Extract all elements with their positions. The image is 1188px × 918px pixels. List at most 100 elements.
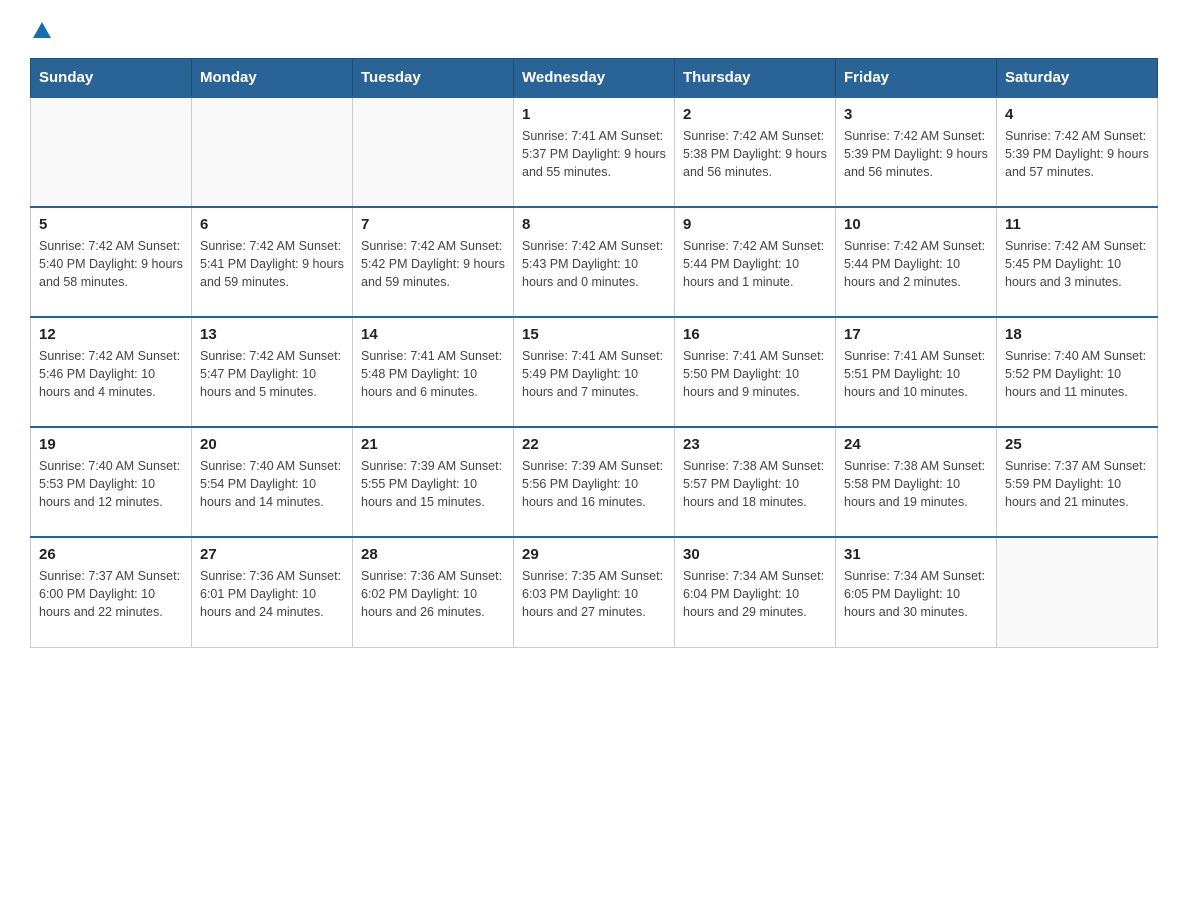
day-number: 9 [683, 216, 827, 233]
calendar-cell: 7 Sunrise: 7:42 AM Sunset: 5:42 PM Daylig… [353, 207, 514, 317]
calendar-cell [353, 97, 514, 207]
day-info: Sunrise: 7:42 AM Sunset: 5:47 PM Dayligh… [200, 347, 344, 401]
calendar-cell: 18 Sunrise: 7:40 AM Sunset: 5:52 PM Dayli… [997, 317, 1158, 427]
day-number: 18 [1005, 326, 1149, 343]
calendar-cell: 3 Sunrise: 7:42 AM Sunset: 5:39 PM Daylig… [836, 97, 997, 207]
day-number: 13 [200, 326, 344, 343]
logo-triangle-icon [33, 22, 51, 38]
day-number: 22 [522, 436, 666, 453]
calendar-cell: 5 Sunrise: 7:42 AM Sunset: 5:40 PM Daylig… [31, 207, 192, 317]
week-row-2: 5 Sunrise: 7:42 AM Sunset: 5:40 PM Daylig… [31, 207, 1158, 317]
day-info: Sunrise: 7:41 AM Sunset: 5:37 PM Dayligh… [522, 127, 666, 181]
day-number: 4 [1005, 106, 1149, 123]
day-info: Sunrise: 7:42 AM Sunset: 5:45 PM Dayligh… [1005, 237, 1149, 291]
day-info: Sunrise: 7:42 AM Sunset: 5:39 PM Dayligh… [1005, 127, 1149, 181]
calendar-cell: 2Sunrise: 7:42 AM Sunset: 5:38 PM Daylig… [675, 97, 836, 207]
day-info: Sunrise: 7:42 AM Sunset: 5:42 PM Dayligh… [361, 237, 505, 291]
calendar-cell: 24 Sunrise: 7:38 AM Sunset: 5:58 PM Dayli… [836, 427, 997, 537]
day-info: Sunrise: 7:40 AM Sunset: 5:53 PM Dayligh… [39, 457, 183, 511]
calendar-cell [997, 537, 1158, 647]
day-info: Sunrise: 7:40 AM Sunset: 5:54 PM Dayligh… [200, 457, 344, 511]
day-info: Sunrise: 7:41 AM Sunset: 5:50 PM Dayligh… [683, 347, 827, 401]
day-info: Sunrise: 7:42 AM Sunset: 5:44 PM Dayligh… [844, 237, 988, 291]
calendar-cell: 9 Sunrise: 7:42 AM Sunset: 5:44 PM Daylig… [675, 207, 836, 317]
calendar-cell: 27 Sunrise: 7:36 AM Sunset: 6:01 PM Dayli… [192, 537, 353, 647]
calendar-cell: 10Sunrise: 7:42 AM Sunset: 5:44 PM Dayli… [836, 207, 997, 317]
logo [30, 20, 51, 38]
weekday-header-wednesday: Wednesday [514, 59, 675, 98]
day-info: Sunrise: 7:41 AM Sunset: 5:49 PM Dayligh… [522, 347, 666, 401]
day-info: Sunrise: 7:38 AM Sunset: 5:57 PM Dayligh… [683, 457, 827, 511]
calendar-cell: 22 Sunrise: 7:39 AM Sunset: 5:56 PM Dayli… [514, 427, 675, 537]
day-number: 15 [522, 326, 666, 343]
day-info: Sunrise: 7:36 AM Sunset: 6:01 PM Dayligh… [200, 567, 344, 621]
calendar-cell: 31 Sunrise: 7:34 AM Sunset: 6:05 PM Dayli… [836, 537, 997, 647]
week-row-5: 26 Sunrise: 7:37 AM Sunset: 6:00 PM Dayli… [31, 537, 1158, 647]
day-number: 12 [39, 326, 183, 343]
calendar-cell: 26 Sunrise: 7:37 AM Sunset: 6:00 PM Dayli… [31, 537, 192, 647]
calendar-cell: 21 Sunrise: 7:39 AM Sunset: 5:55 PM Dayli… [353, 427, 514, 537]
calendar-cell: 14 Sunrise: 7:41 AM Sunset: 5:48 PM Dayli… [353, 317, 514, 427]
day-number: 5 [39, 216, 183, 233]
calendar-cell [31, 97, 192, 207]
day-info: Sunrise: 7:42 AM Sunset: 5:39 PM Dayligh… [844, 127, 988, 181]
day-info: Sunrise: 7:37 AM Sunset: 6:00 PM Dayligh… [39, 567, 183, 621]
calendar-cell: 23 Sunrise: 7:38 AM Sunset: 5:57 PM Dayli… [675, 427, 836, 537]
week-row-4: 19Sunrise: 7:40 AM Sunset: 5:53 PM Dayli… [31, 427, 1158, 537]
day-number: 16 [683, 326, 827, 343]
day-info: Sunrise: 7:41 AM Sunset: 5:51 PM Dayligh… [844, 347, 988, 401]
day-info: Sunrise: 7:35 AM Sunset: 6:03 PM Dayligh… [522, 567, 666, 621]
day-number: 28 [361, 546, 505, 563]
calendar-cell: 11 Sunrise: 7:42 AM Sunset: 5:45 PM Dayli… [997, 207, 1158, 317]
weekday-header-tuesday: Tuesday [353, 59, 514, 98]
calendar-cell: 1 Sunrise: 7:41 AM Sunset: 5:37 PM Daylig… [514, 97, 675, 207]
day-number: 17 [844, 326, 988, 343]
calendar-cell: 4 Sunrise: 7:42 AM Sunset: 5:39 PM Daylig… [997, 97, 1158, 207]
day-number: 1 [522, 106, 666, 123]
day-number: 25 [1005, 436, 1149, 453]
day-info: Sunrise: 7:39 AM Sunset: 5:56 PM Dayligh… [522, 457, 666, 511]
calendar-table: SundayMondayTuesdayWednesdayThursdayFrid… [30, 58, 1158, 648]
day-number: 21 [361, 436, 505, 453]
day-number: 20 [200, 436, 344, 453]
calendar-cell: 19Sunrise: 7:40 AM Sunset: 5:53 PM Dayli… [31, 427, 192, 537]
calendar-cell: 17 Sunrise: 7:41 AM Sunset: 5:51 PM Dayli… [836, 317, 997, 427]
day-info: Sunrise: 7:36 AM Sunset: 6:02 PM Dayligh… [361, 567, 505, 621]
day-info: Sunrise: 7:42 AM Sunset: 5:40 PM Dayligh… [39, 237, 183, 291]
day-info: Sunrise: 7:37 AM Sunset: 5:59 PM Dayligh… [1005, 457, 1149, 511]
day-info: Sunrise: 7:34 AM Sunset: 6:05 PM Dayligh… [844, 567, 988, 621]
calendar-cell: 16 Sunrise: 7:41 AM Sunset: 5:50 PM Dayli… [675, 317, 836, 427]
calendar-cell: 25 Sunrise: 7:37 AM Sunset: 5:59 PM Dayli… [997, 427, 1158, 537]
day-number: 29 [522, 546, 666, 563]
day-number: 14 [361, 326, 505, 343]
day-number: 27 [200, 546, 344, 563]
day-info: Sunrise: 7:38 AM Sunset: 5:58 PM Dayligh… [844, 457, 988, 511]
day-info: Sunrise: 7:42 AM Sunset: 5:44 PM Dayligh… [683, 237, 827, 291]
weekday-header-thursday: Thursday [675, 59, 836, 98]
calendar-cell [192, 97, 353, 207]
day-info: Sunrise: 7:40 AM Sunset: 5:52 PM Dayligh… [1005, 347, 1149, 401]
day-info: Sunrise: 7:41 AM Sunset: 5:48 PM Dayligh… [361, 347, 505, 401]
day-number: 3 [844, 106, 988, 123]
day-number: 11 [1005, 216, 1149, 233]
weekday-header-saturday: Saturday [997, 59, 1158, 98]
day-info: Sunrise: 7:39 AM Sunset: 5:55 PM Dayligh… [361, 457, 505, 511]
week-row-3: 12 Sunrise: 7:42 AM Sunset: 5:46 PM Dayli… [31, 317, 1158, 427]
calendar-cell: 12 Sunrise: 7:42 AM Sunset: 5:46 PM Dayli… [31, 317, 192, 427]
calendar-cell: 28 Sunrise: 7:36 AM Sunset: 6:02 PM Dayli… [353, 537, 514, 647]
day-number: 26 [39, 546, 183, 563]
weekday-header-friday: Friday [836, 59, 997, 98]
day-number: 8 [522, 216, 666, 233]
day-number: 7 [361, 216, 505, 233]
day-number: 23 [683, 436, 827, 453]
weekday-header-row: SundayMondayTuesdayWednesdayThursdayFrid… [31, 59, 1158, 98]
day-number: 31 [844, 546, 988, 563]
day-info: Sunrise: 7:42 AM Sunset: 5:46 PM Dayligh… [39, 347, 183, 401]
week-row-1: 1 Sunrise: 7:41 AM Sunset: 5:37 PM Daylig… [31, 97, 1158, 207]
page-header [30, 20, 1158, 38]
calendar-cell: 8Sunrise: 7:42 AM Sunset: 5:43 PM Daylig… [514, 207, 675, 317]
weekday-header-sunday: Sunday [31, 59, 192, 98]
day-number: 6 [200, 216, 344, 233]
day-number: 24 [844, 436, 988, 453]
calendar-cell: 13 Sunrise: 7:42 AM Sunset: 5:47 PM Dayli… [192, 317, 353, 427]
